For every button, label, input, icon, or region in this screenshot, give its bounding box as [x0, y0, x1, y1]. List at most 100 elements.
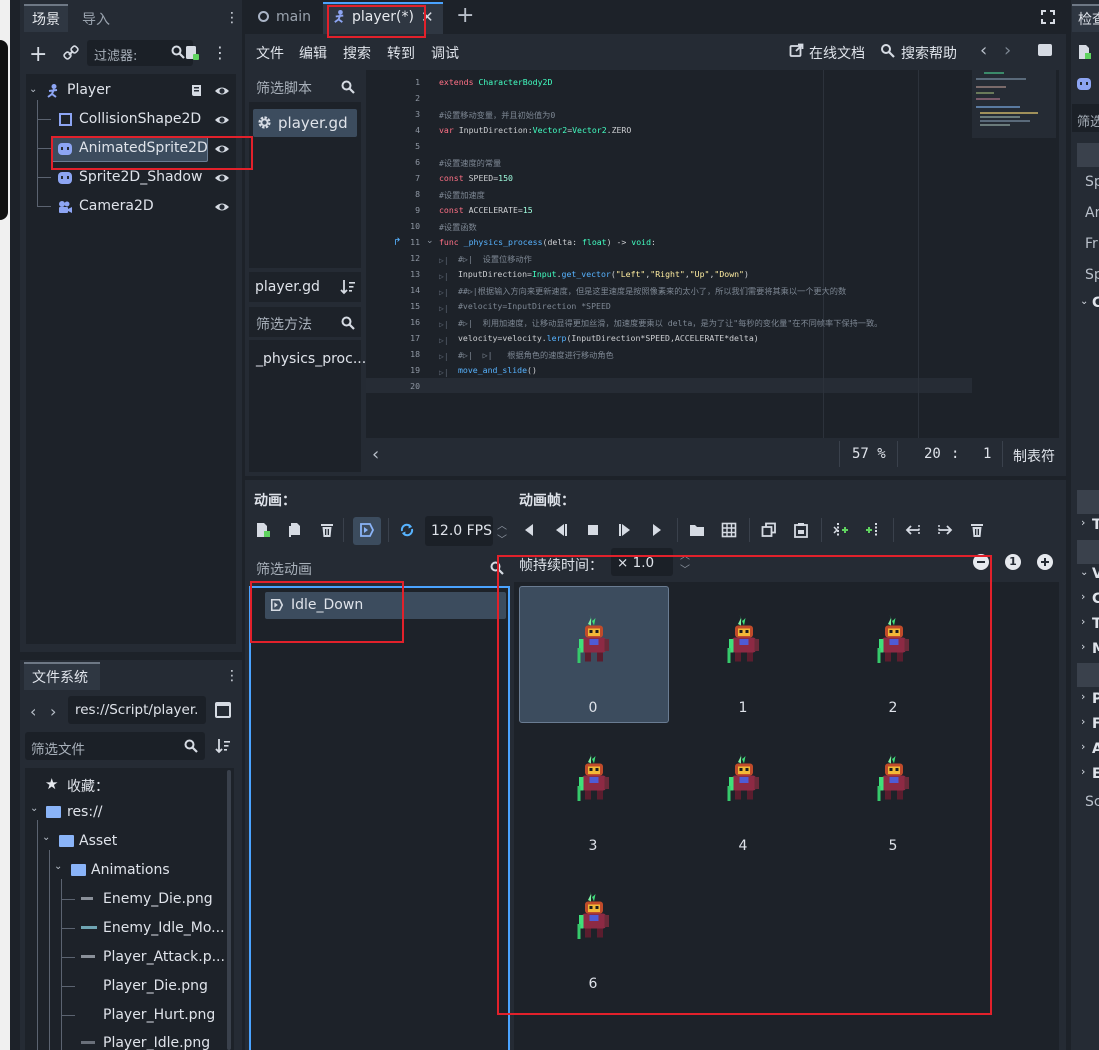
inspector-group-arrow-icon[interactable]: › — [1081, 690, 1085, 703]
dock-menu-icon[interactable]: ⋮ — [225, 9, 239, 27]
duplicate-animation-icon[interactable] — [286, 521, 304, 539]
split-view-icon[interactable] — [215, 702, 231, 718]
inspector-group-arrow-icon[interactable]: ⌄ — [1080, 296, 1088, 307]
more-options-icon[interactable]: ⋮ — [212, 42, 228, 62]
inspector-group-arrow-icon[interactable]: › — [1081, 765, 1085, 778]
toggle-scripts-panel-icon[interactable]: ‹ — [372, 444, 379, 465]
inspector-prop[interactable]: E — [1092, 766, 1099, 782]
inspector-prop[interactable]: P — [1092, 691, 1099, 707]
inspector-prop[interactable]: An — [1085, 205, 1099, 221]
sort-icon[interactable] — [340, 279, 356, 295]
copy-icon[interactable] — [760, 521, 778, 539]
scene-node-animatedsprite2d[interactable]: AnimatedSprite2D — [79, 140, 208, 156]
inspector-prop[interactable]: C — [1092, 295, 1099, 311]
menu-edit[interactable]: 编辑 — [299, 43, 327, 63]
sprite-sheet-grid-icon[interactable] — [720, 521, 738, 539]
frame-thumbnail[interactable] — [726, 746, 762, 808]
frame-thumbnail[interactable] — [576, 608, 612, 670]
online-docs-link[interactable]: 在线文档 — [809, 43, 865, 63]
add-tab-icon[interactable]: + — [456, 3, 474, 28]
inspector-prop[interactable]: M — [1092, 641, 1099, 657]
new-animation-icon[interactable] — [254, 521, 272, 539]
file-item[interactable]: Animations — [91, 862, 170, 878]
add-node-icon[interactable]: + — [29, 42, 47, 67]
insert-frame-after-icon[interactable] — [864, 521, 882, 539]
menu-search[interactable]: 搜索 — [343, 43, 371, 63]
inspector-group-arrow-icon[interactable]: › — [1081, 615, 1085, 628]
paste-icon[interactable] — [792, 521, 810, 539]
indent-mode[interactable]: 制表符 — [1013, 446, 1055, 466]
method-item[interactable]: _physics_proc... — [256, 351, 366, 367]
frame-thumbnail[interactable] — [876, 746, 912, 808]
menu-debug[interactable]: 调试 — [431, 43, 459, 63]
play-backwards-from-end-icon[interactable] — [520, 521, 538, 539]
zoom-out-icon[interactable] — [973, 554, 989, 570]
fold-arrow-icon[interactable]: ⌄ — [426, 236, 434, 246]
delete-animation-icon[interactable] — [318, 521, 336, 539]
history-back-icon[interactable]: ‹ — [980, 40, 987, 61]
play-from-start-icon[interactable] — [648, 521, 666, 539]
visibility-eye-icon[interactable] — [214, 170, 230, 186]
inspector-group-arrow-icon[interactable]: › — [1081, 516, 1085, 529]
visibility-eye-icon[interactable] — [214, 112, 230, 128]
menu-goto[interactable]: 转到 — [387, 43, 415, 63]
inspector-prop[interactable]: V — [1092, 566, 1099, 582]
inspector-group-arrow-icon[interactable]: › — [1081, 640, 1085, 653]
inspector-prop[interactable]: Sp — [1085, 267, 1099, 283]
inspector-new-resource-icon[interactable] — [1078, 44, 1092, 60]
file-item[interactable]: Enemy_Die.png — [103, 891, 213, 907]
stop-icon[interactable] — [584, 521, 602, 539]
delete-frame-icon[interactable] — [968, 521, 986, 539]
inspector-prop[interactable]: Sp — [1085, 174, 1099, 190]
collapse-arrow-icon[interactable]: ⌄ — [29, 84, 37, 95]
inspector-prop[interactable]: Sc — [1085, 794, 1099, 810]
collapse-arrow-icon[interactable]: ⌄ — [30, 803, 38, 814]
file-tree-scrollbar[interactable] — [227, 770, 231, 1050]
menu-file[interactable]: 文件 — [256, 43, 284, 63]
spin-up-icon[interactable]: ︿ — [497, 517, 507, 532]
script-icon[interactable] — [190, 83, 204, 99]
play-backwards-icon[interactable] — [552, 521, 570, 539]
nav-back-icon[interactable]: ‹ — [30, 702, 36, 721]
history-forward-icon[interactable]: › — [1004, 40, 1011, 61]
visibility-eye-icon[interactable] — [214, 141, 230, 157]
inspector-group-arrow-icon[interactable]: › — [1081, 740, 1085, 753]
frame-thumbnail[interactable] — [726, 608, 762, 670]
inspector-prop[interactable]: Fr — [1085, 236, 1098, 252]
inspector-group-arrow-icon[interactable]: › — [1081, 715, 1085, 728]
frame-thumbnail[interactable] — [876, 608, 912, 670]
file-item[interactable]: Player_Die.png — [103, 978, 208, 994]
collapse-arrow-icon[interactable]: ⌄ — [54, 861, 62, 872]
link-icon[interactable] — [62, 44, 80, 62]
close-icon[interactable]: ✕ — [421, 8, 434, 26]
scene-node-sprite2d-shadow[interactable]: Sprite2D_Shadow — [79, 169, 202, 185]
inspector-prop[interactable]: T — [1092, 616, 1099, 632]
file-item[interactable]: Enemy_Idle_Mo... — [103, 920, 225, 936]
move-frame-right-icon[interactable] — [936, 521, 954, 539]
file-item[interactable]: Asset — [79, 833, 117, 849]
spin-down-icon[interactable]: ﹀ — [497, 531, 507, 546]
insert-frame-before-icon[interactable] — [832, 521, 850, 539]
inspector-prop[interactable]: A — [1092, 741, 1099, 757]
import-tab[interactable]: 导入 — [82, 9, 110, 29]
scene-node-collisionshape2d[interactable]: CollisionShape2D — [79, 111, 201, 127]
visibility-eye-icon[interactable] — [214, 199, 230, 215]
collapse-arrow-icon[interactable]: ⌄ — [42, 832, 50, 843]
inspector-prop[interactable]: F — [1092, 716, 1099, 732]
visibility-eye-icon[interactable] — [214, 83, 230, 99]
dock-menu-icon[interactable]: ⋮ — [225, 667, 239, 685]
loop-icon[interactable] — [398, 521, 416, 539]
search-help-link[interactable]: 搜索帮助 — [901, 43, 957, 63]
file-item[interactable]: Player_Idle.png — [103, 1035, 210, 1050]
fullscreen-icon[interactable] — [1040, 9, 1056, 25]
inspector-group-arrow-icon[interactable]: ⌄ — [1080, 567, 1088, 578]
move-frame-left-icon[interactable] — [904, 521, 922, 539]
frame-thumbnail[interactable] — [576, 884, 612, 946]
toggle-panel-icon[interactable] — [1038, 44, 1052, 56]
zoom-reset-icon[interactable]: 1 — [1005, 554, 1021, 570]
inspector-group-arrow-icon[interactable]: › — [1081, 590, 1085, 603]
attach-script-icon[interactable] — [183, 44, 201, 62]
inspector-prop[interactable]: C — [1092, 591, 1099, 607]
scene-node-camera2d[interactable]: Camera2D — [79, 198, 154, 214]
file-item[interactable]: Player_Hurt.png — [103, 1007, 215, 1023]
